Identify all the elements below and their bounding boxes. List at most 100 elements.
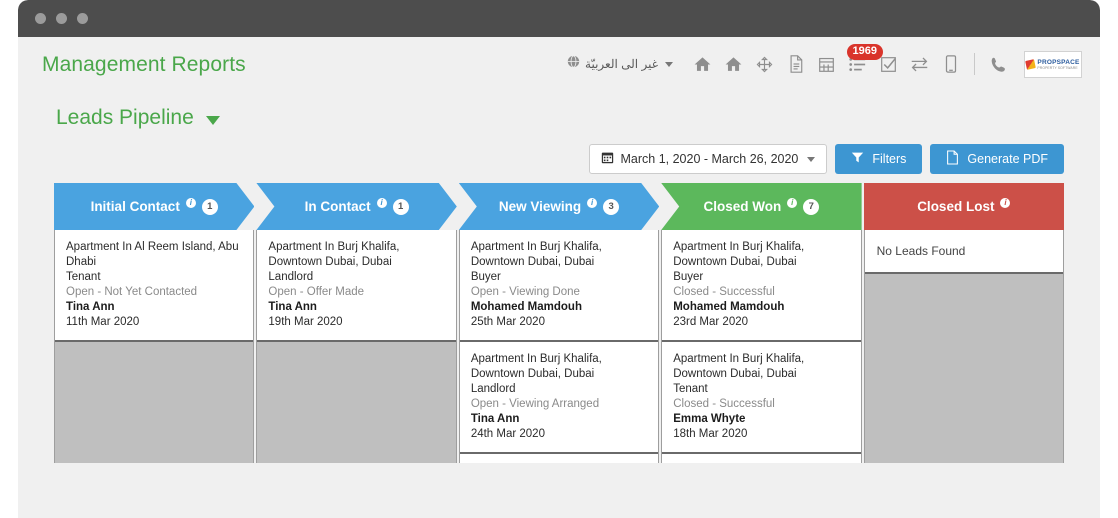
stage-cards[interactable]: No Leads Found [863, 230, 1064, 463]
lead-status: Open - Not Yet Contacted [66, 286, 198, 298]
stage-header[interactable]: Initial Contact i 1 [54, 183, 254, 230]
toolbar-divider [974, 53, 975, 75]
list-icon-button[interactable]: 1969 [842, 44, 883, 83]
generate-pdf-button[interactable]: Generate PDF [930, 144, 1064, 174]
move-icon [756, 56, 773, 73]
propspace-logo-text-wrap: PROPSPACE PROPERTY SOFTWARE [1037, 59, 1079, 70]
pipeline-stage-in-contact: In Contact i 1 Apartment In Burj Khalifa… [256, 183, 457, 463]
info-icon[interactable]: i [587, 197, 598, 208]
window-titlebar [18, 0, 1100, 37]
stage-cards[interactable]: Apartment In Burj Khalifa, Downtown Duba… [256, 230, 457, 463]
lead-property: Apartment In Burj Khalifa, Downtown Duba… [470, 353, 602, 380]
stage-title: Closed Won [703, 199, 782, 214]
date-range-label: March 1, 2020 - March 26, 2020 [620, 152, 799, 166]
home-icon [693, 55, 712, 74]
chevron-down-icon [807, 156, 816, 162]
lead-card[interactable]: Apartment In Burj Khalifa, Downtown Duba… [459, 342, 659, 454]
home-alt-icon-button[interactable] [718, 45, 749, 83]
info-icon[interactable]: i [1000, 197, 1011, 208]
lead-card[interactable]: Apartment In Downtown Dubai, Dubai [459, 454, 659, 463]
lead-card[interactable]: Apartment In Burj Khalifa, Downtown Duba… [257, 230, 456, 342]
language-switcher[interactable]: غير الى العربيّة [567, 55, 673, 73]
filter-icon [851, 151, 864, 167]
lead-card[interactable]: Apartment In Armani Residences, Downtown… [662, 454, 861, 463]
top-bar-actions: غير الى العربيّة 1969 PROPSPACE PROPERTY… [567, 44, 1082, 83]
mobile-icon-button[interactable] [935, 45, 966, 83]
lead-status: Closed - Successful [673, 398, 775, 410]
window-close-dot[interactable] [35, 13, 46, 24]
lead-status: Closed - Successful [673, 286, 775, 298]
lead-card[interactable]: Apartment In Burj Khalifa, Downtown Duba… [662, 230, 861, 342]
document-icon-button[interactable] [780, 45, 811, 83]
lead-agent: Tina Ann [66, 301, 115, 313]
propspace-logo-subtext: PROPERTY SOFTWARE [1037, 65, 1078, 70]
filters-button[interactable]: Filters [835, 144, 923, 174]
chevron-down-icon[interactable] [205, 116, 220, 125]
app-root: Management Reports غير الى العربيّة 1969… [0, 0, 1118, 518]
calendar-icon [818, 56, 835, 73]
checkbox-icon [880, 56, 897, 73]
report-header[interactable]: Leads Pipeline [18, 92, 1100, 136]
generate-pdf-label: Generate PDF [967, 152, 1048, 166]
calendar-icon-button[interactable] [811, 45, 842, 83]
propspace-logo: PROPSPACE PROPERTY SOFTWARE [1024, 50, 1082, 78]
page-title: Leads Pipeline [56, 106, 194, 129]
propspace-logo-text: PROPSPACE [1037, 58, 1080, 66]
lead-card[interactable]: Apartment In Al Reem Island, Abu Dhabi T… [55, 230, 254, 342]
transfer-icon [910, 56, 929, 72]
info-icon[interactable]: i [185, 197, 196, 208]
stage-cards[interactable]: Apartment In Burj Khalifa, Downtown Duba… [661, 230, 862, 463]
leads-pipeline: Initial Contact i 1 Apartment In Al Reem… [54, 183, 1064, 463]
lead-property: Apartment In Al Reem Island, Abu Dhabi [66, 241, 239, 268]
lead-status: Open - Viewing Arranged [470, 398, 600, 410]
phone-icon-button[interactable] [983, 45, 1014, 83]
info-icon[interactable]: i [787, 197, 798, 208]
transfer-icon-button[interactable] [904, 45, 935, 83]
stage-title: New Viewing [498, 199, 582, 214]
checkbox-icon-button[interactable] [873, 45, 904, 83]
stage-header[interactable]: Closed Lost i [863, 183, 1064, 230]
stage-header[interactable]: New Viewing i 3 [459, 183, 659, 230]
lead-agent: Mohamed Mamdouh [673, 301, 785, 313]
lead-role: Buyer [470, 271, 501, 283]
lead-date: 19th Mar 2020 [268, 316, 343, 328]
stage-header[interactable]: In Contact i 1 [256, 183, 456, 230]
lead-agent: Mohamed Mamdouh [470, 301, 582, 313]
date-range-picker[interactable]: March 1, 2020 - March 26, 2020 [588, 144, 828, 174]
propspace-logo-mark [1025, 58, 1037, 70]
page-content: Management Reports غير الى العربيّة 1969… [18, 37, 1100, 518]
browser-window: Management Reports غير الى العربيّة 1969… [18, 0, 1100, 518]
stage-cards[interactable]: Apartment In Burj Khalifa, Downtown Duba… [458, 230, 660, 463]
lead-role: Landlord [268, 271, 314, 283]
home-icon-button[interactable] [687, 45, 718, 83]
lead-status: Open - Offer Made [268, 286, 365, 298]
calendar-icon [601, 151, 614, 167]
lead-property: Apartment In Burj Khalifa, Downtown Duba… [673, 241, 805, 268]
lead-card[interactable]: Apartment In Burj Khalifa, Downtown Duba… [459, 230, 659, 342]
pdf-document-icon [946, 150, 959, 168]
home-alt-icon [724, 55, 743, 74]
window-minimize-dot[interactable] [56, 13, 67, 24]
lead-date: 18th Mar 2020 [673, 428, 748, 440]
info-icon[interactable]: i [376, 197, 387, 208]
empty-state-message: No Leads Found [864, 230, 1064, 274]
lead-date: 23rd Mar 2020 [673, 316, 749, 328]
pipeline-stage-closed-won: Closed Won i 7 Apartment In Burj Khalifa… [661, 183, 862, 463]
lead-role: Buyer [673, 271, 704, 283]
stage-count: 1 [201, 198, 218, 215]
lead-agent: Tina Ann [470, 413, 520, 425]
move-icon-button[interactable] [749, 45, 780, 83]
lead-card[interactable]: Apartment In Burj Khalifa, Downtown Duba… [662, 342, 861, 454]
lead-role: Landlord [470, 383, 516, 395]
app-title: Management Reports [42, 52, 246, 76]
stage-title: In Contact [304, 199, 371, 214]
lead-date: 24th Mar 2020 [470, 428, 545, 440]
top-bar: Management Reports غير الى العربيّة 1969… [18, 37, 1100, 92]
stage-header[interactable]: Closed Won i 7 [661, 183, 862, 230]
window-maximize-dot[interactable] [77, 13, 88, 24]
chevron-down-icon [665, 61, 673, 67]
stage-count: 7 [803, 198, 820, 215]
lead-property: Apartment In Burj Khalifa, Downtown Duba… [268, 241, 400, 268]
stage-cards[interactable]: Apartment In Al Reem Island, Abu Dhabi T… [54, 230, 255, 463]
lead-agent: Tina Ann [268, 301, 317, 313]
